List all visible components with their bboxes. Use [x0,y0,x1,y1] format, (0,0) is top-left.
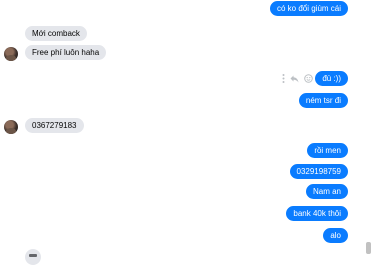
message-incoming[interactable]: Free phí luôn haha [25,45,107,60]
emoji-react-icon[interactable] [304,74,313,83]
message-incoming[interactable]: 0367279183 [25,118,84,133]
message-outgoing[interactable]: alo [323,228,348,243]
contact-avatar[interactable] [4,120,18,134]
message-outgoing[interactable]: ném tsr đi [298,93,348,108]
reply-icon[interactable] [290,75,299,83]
message-outgoing[interactable]: Nam an [305,184,348,199]
message-outgoing[interactable]: đù :)) [315,71,348,86]
message-hover-actions [282,74,313,83]
contact-avatar[interactable] [4,47,18,61]
more-icon[interactable] [282,74,285,83]
message-outgoing[interactable]: có ko đổi giùm cái [269,1,348,16]
chat-window: { "messages": [ {"direction": "out", "te… [0,0,374,265]
typing-indicator [25,249,41,265]
message-outgoing[interactable]: rồi men [307,143,348,158]
message-incoming[interactable]: Mới comback [25,26,87,41]
message-outgoing[interactable]: 0329198759 [289,164,348,179]
scrollbar-thumb[interactable] [366,242,371,254]
message-outgoing[interactable]: bank 40k thôi [286,206,348,221]
